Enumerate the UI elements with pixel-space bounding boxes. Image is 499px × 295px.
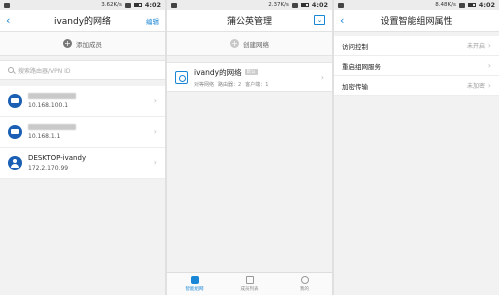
setting-label: 重启组网服务 <box>342 62 381 71</box>
setting-value: 未开启 <box>466 43 485 50</box>
notification-icon <box>171 2 177 8</box>
wifi-icon <box>291 2 298 8</box>
status-bar: 8.48K/s 4:02 <box>334 0 499 10</box>
network-name: ivandy的网络 <box>194 67 242 77</box>
device-name: DESKTOP-ivandy <box>28 154 87 162</box>
status-bar: 3.62K/s 4:02 <box>0 0 165 10</box>
tab-me[interactable]: 我的 <box>277 273 332 295</box>
user-icon <box>8 156 22 170</box>
setting-encryption[interactable]: 加密传输 未加密 › <box>334 76 499 96</box>
search-icon <box>8 67 14 73</box>
status-bar: 2.37K/s 4:02 <box>167 0 332 10</box>
tab-member-list[interactable]: 成员列表 <box>222 273 277 295</box>
tab-smart-network[interactable]: 智能组网 <box>167 273 222 295</box>
create-network-label: 创建网络 <box>243 40 269 49</box>
chevron-right-icon: › <box>153 127 157 136</box>
network-icon <box>175 70 188 84</box>
bottom-tab-bar: 智能组网 成员列表 我的 <box>167 272 332 295</box>
network-card[interactable]: ivandy的网络 默认 对等网络 路由器：2 客户端：1 › <box>167 62 332 92</box>
edit-button[interactable]: 编辑 <box>146 16 159 26</box>
network-speed: 3.62K/s <box>101 2 122 8</box>
title-bar: 蒲公英管理 ⌄ <box>167 10 332 32</box>
device-list: 10.168.100.1 › 10.168.1.1 › DESKTOP-ivan… <box>0 86 165 179</box>
page-title: 设置智能组网属性 <box>380 17 453 27</box>
search-input[interactable]: 搜索路由器/VPN ID <box>0 60 165 80</box>
battery-icon <box>300 3 309 7</box>
network-type: 对等网络 <box>194 81 215 88</box>
setting-restart-service[interactable]: 重启组网服务 › <box>334 56 499 76</box>
chevron-right-icon: › <box>320 73 324 82</box>
device-name-redacted <box>28 124 76 130</box>
back-arrow-icon[interactable]: ‹ <box>340 14 344 27</box>
default-badge: 默认 <box>244 69 258 75</box>
device-ip: 10.168.1.1 <box>28 133 61 140</box>
list-icon <box>245 276 254 284</box>
battery-icon <box>467 3 476 7</box>
back-arrow-icon[interactable]: ‹ <box>6 14 10 27</box>
device-ip: 10.168.100.1 <box>28 102 69 109</box>
plus-icon: + <box>63 39 72 48</box>
tab-label: 我的 <box>300 287 309 292</box>
tab-label: 成员列表 <box>240 287 259 292</box>
title-bar: ‹ ivandy的网络 编辑 <box>0 10 165 32</box>
page-title: 蒲公英管理 <box>226 17 272 27</box>
search-placeholder: 搜索路由器/VPN ID <box>18 67 71 75</box>
client-count: 客户端：1 <box>245 81 269 88</box>
computer-icon <box>8 125 22 139</box>
chevron-right-icon: › <box>487 81 491 90</box>
tab-label: 智能组网 <box>185 287 204 292</box>
network-speed: 2.37K/s <box>268 2 289 8</box>
chevron-right-icon: › <box>487 61 491 70</box>
settings-list: 访问控制 未开启 › 重启组网服务 › 加密传输 未加密 › <box>334 36 499 96</box>
network-settings-screen: 8.48K/s 4:02 ‹ 设置智能组网属性 访问控制 未开启 › 重启组网服… <box>334 0 499 295</box>
network-speed: 8.48K/s <box>435 2 456 8</box>
notification-icon <box>4 2 10 8</box>
device-row[interactable]: DESKTOP-ivandy 172.2.170.99 › <box>0 148 165 179</box>
member-screen: 3.62K/s 4:02 ‹ ivandy的网络 编辑 + 添加成员 搜索路由器… <box>0 0 165 295</box>
add-member-label: 添加成员 <box>76 40 102 49</box>
clock: 4:02 <box>311 1 328 9</box>
device-row[interactable]: 10.168.1.1 › <box>0 117 165 148</box>
device-ip: 172.2.170.99 <box>28 165 69 172</box>
setting-label: 加密传输 <box>342 82 368 91</box>
router-count: 路由器：2 <box>218 81 242 88</box>
computer-icon <box>8 94 22 108</box>
create-network-button[interactable]: + 创建网络 <box>167 32 332 56</box>
setting-value: 未加密 <box>466 83 485 90</box>
add-member-button[interactable]: + 添加成员 <box>0 32 165 56</box>
clock: 4:02 <box>478 1 495 9</box>
page-title: ivandy的网络 <box>53 17 112 27</box>
setting-label: 访问控制 <box>342 42 368 51</box>
chevron-right-icon: › <box>153 158 157 167</box>
chevron-right-icon: › <box>487 41 491 50</box>
title-bar: ‹ 设置智能组网属性 <box>334 10 499 32</box>
network-management-screen: 2.37K/s 4:02 蒲公英管理 ⌄ + 创建网络 ivandy的网络 默认… <box>167 0 332 295</box>
clock: 4:02 <box>144 1 161 9</box>
device-name-redacted <box>28 93 76 99</box>
wifi-icon <box>458 2 465 8</box>
setting-access-control[interactable]: 访问控制 未开启 › <box>334 36 499 56</box>
network-grid-icon <box>190 276 199 284</box>
notification-icon <box>338 2 344 8</box>
plus-icon: + <box>230 39 239 48</box>
wifi-icon <box>124 2 131 8</box>
dropdown-icon[interactable]: ⌄ <box>314 15 325 25</box>
chevron-right-icon: › <box>153 96 157 105</box>
battery-icon <box>133 3 142 7</box>
profile-icon <box>300 276 309 284</box>
device-row[interactable]: 10.168.100.1 › <box>0 86 165 117</box>
